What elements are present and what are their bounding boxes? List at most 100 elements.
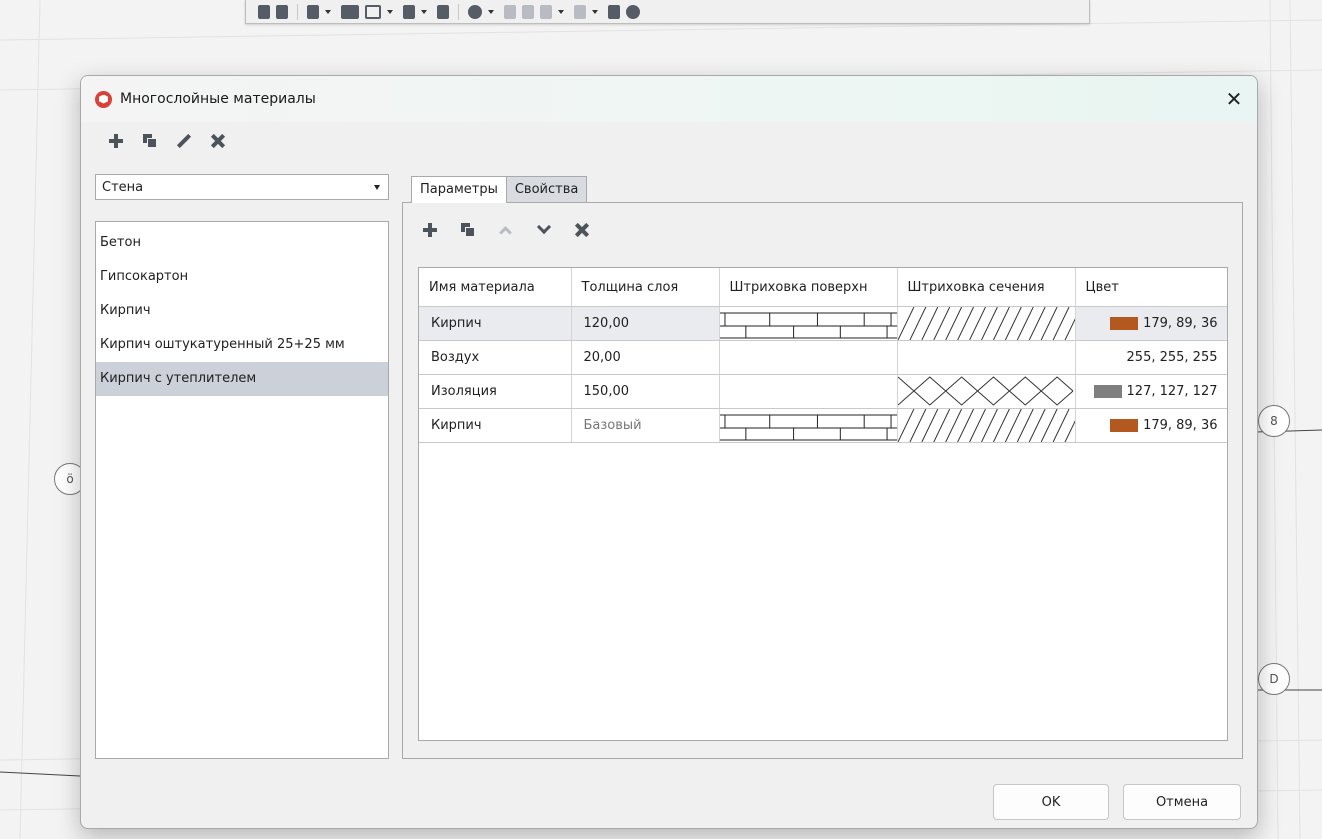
chevron-down-icon[interactable]: [592, 9, 598, 14]
column-header[interactable]: Имя материала: [419, 268, 572, 307]
material-name-cell[interactable]: Кирпич: [419, 306, 572, 341]
column-header[interactable]: Цвет: [1075, 268, 1227, 307]
dialog-title: Многослойные материалы: [120, 91, 316, 107]
cancel-button[interactable]: Отмена: [1123, 784, 1241, 820]
table-row[interactable]: Воздух 20,00 255, 255, 255: [419, 340, 1227, 375]
surface-hatch-cell[interactable]: [719, 374, 898, 409]
element-type-value: Стена: [102, 179, 144, 195]
section-hatch-cell[interactable]: [897, 340, 1076, 375]
brick-pattern-icon: [719, 307, 896, 340]
print-icon[interactable]: [437, 4, 449, 19]
chevron-down-icon[interactable]: [558, 9, 564, 14]
thickness-cell[interactable]: 120,00: [571, 306, 720, 341]
list-item[interactable]: Кирпич: [96, 294, 388, 328]
thickness-cell[interactable]: 150,00: [571, 374, 720, 409]
color-swatch: [1093, 385, 1122, 398]
copy-icon[interactable]: [522, 4, 534, 19]
chevron-up-icon[interactable]: [499, 225, 513, 235]
surface-hatch-cell[interactable]: [719, 340, 898, 375]
tab-parameters[interactable]: Параметры: [411, 176, 507, 203]
cross-hatch-icon: [897, 375, 1074, 408]
list-item[interactable]: Бетон: [96, 222, 388, 260]
color-value: 179, 89, 36: [1143, 316, 1218, 331]
cut-icon[interactable]: [504, 4, 516, 19]
add-icon[interactable]: [109, 134, 123, 148]
color-value: 179, 89, 36: [1143, 418, 1218, 433]
thickness-cell[interactable]: Базовый: [571, 408, 720, 443]
main-toolbar: [245, 0, 1090, 24]
brick-pattern-icon: [719, 409, 896, 442]
section-hatch-cell[interactable]: [897, 374, 1076, 409]
tab-properties[interactable]: Свойства: [505, 176, 588, 202]
duplicate-layer-icon[interactable]: [461, 223, 475, 237]
color-cell[interactable]: 179, 89, 36: [1075, 408, 1227, 443]
app-logo-icon: [95, 90, 112, 108]
redo-icon[interactable]: [276, 4, 288, 19]
column-header[interactable]: Штриховка поверхн: [719, 268, 898, 307]
dialog-titlebar[interactable]: Многослойные материалы ✕: [81, 76, 1257, 122]
diagonal-hatch-icon: [897, 409, 1074, 442]
render-icon[interactable]: [468, 4, 482, 19]
material-name-cell[interactable]: Кирпич: [419, 408, 572, 443]
chevron-down-icon: [374, 185, 380, 190]
table-row[interactable]: Кирпич Базовый 179, 89, 36: [419, 408, 1227, 443]
brush-icon[interactable]: [608, 4, 620, 19]
layer-table: Имя материала Толщина слоя Штриховка пов…: [418, 267, 1228, 741]
table-row[interactable]: Кирпич 120,00 179, 89, 36: [419, 306, 1227, 341]
delete-icon[interactable]: [211, 134, 225, 148]
list-item[interactable]: Гипсокартон: [96, 260, 388, 294]
ok-button[interactable]: OK: [993, 784, 1109, 820]
tab-bar: Параметры Свойства: [411, 176, 588, 203]
color-swatch: [1110, 419, 1139, 432]
material-name-cell[interactable]: Изоляция: [419, 374, 572, 409]
list-item-selected[interactable]: Кирпич с утеплителем: [96, 362, 388, 396]
chevron-down-icon[interactable]: [537, 225, 551, 235]
thickness-cell[interactable]: 20,00: [571, 340, 720, 375]
wall-icon[interactable]: [341, 4, 359, 19]
multilayer-materials-dialog: Многослойные материалы ✕ Стена Бетон Гип…: [80, 75, 1258, 829]
undo-icon[interactable]: [258, 4, 270, 19]
delete-layer-icon[interactable]: [575, 223, 589, 237]
add-layer-icon[interactable]: [423, 223, 437, 237]
material-name-cell[interactable]: Воздух: [419, 340, 572, 375]
table-row[interactable]: Изоляция 150,00 127, 127, 127: [419, 374, 1227, 409]
close-button[interactable]: ✕: [1221, 86, 1247, 112]
paste-icon[interactable]: [540, 4, 552, 19]
color-cell[interactable]: 255, 255, 255: [1075, 340, 1227, 375]
grid-axis-bubble: 8: [1258, 405, 1290, 437]
surface-hatch-cell[interactable]: [719, 306, 898, 341]
table-header-row: Имя материала Толщина слоя Штриховка пов…: [419, 268, 1227, 307]
column-header[interactable]: Толщина слоя: [571, 268, 720, 307]
toolbar-separator: [297, 3, 298, 20]
element-type-select[interactable]: Стена: [95, 174, 389, 200]
properties-icon[interactable]: [574, 4, 586, 19]
color-swatch: [1110, 317, 1139, 330]
color-value: 255, 255, 255: [1126, 350, 1218, 365]
surface-hatch-cell[interactable]: [719, 408, 898, 443]
edit-icon[interactable]: [177, 134, 191, 148]
view-3d-icon[interactable]: [307, 4, 319, 19]
grid-axis-bubble: D: [1258, 663, 1290, 695]
chevron-down-icon[interactable]: [325, 9, 331, 14]
dialog-footer: OK Отмена: [81, 764, 1257, 828]
duplicate-icon[interactable]: [143, 134, 157, 148]
layers-icon[interactable]: [403, 4, 415, 19]
chevron-down-icon[interactable]: [387, 9, 393, 14]
column-header[interactable]: Штриховка сечения: [897, 268, 1076, 307]
color-value: 127, 127, 127: [1126, 384, 1218, 399]
section-hatch-cell[interactable]: [897, 408, 1076, 443]
list-item[interactable]: Кирпич оштукатуренный 25+25 мм: [96, 328, 388, 362]
parameters-panel: Имя материала Толщина слоя Штриховка пов…: [402, 202, 1243, 759]
section-hatch-cell[interactable]: [897, 306, 1076, 341]
diagonal-hatch-icon: [897, 307, 1074, 340]
chevron-down-icon[interactable]: [421, 9, 427, 14]
material-toolbar: [109, 134, 225, 148]
chevron-down-icon[interactable]: [488, 9, 494, 14]
material-list[interactable]: Бетон Гипсокартон Кирпич Кирпич оштукату…: [95, 221, 389, 759]
help-icon[interactable]: [626, 4, 640, 19]
frame-icon[interactable]: [365, 4, 381, 19]
color-cell[interactable]: 127, 127, 127: [1075, 374, 1227, 409]
layer-toolbar: [423, 223, 589, 237]
toolbar-separator: [458, 3, 459, 20]
color-cell[interactable]: 179, 89, 36: [1075, 306, 1227, 341]
